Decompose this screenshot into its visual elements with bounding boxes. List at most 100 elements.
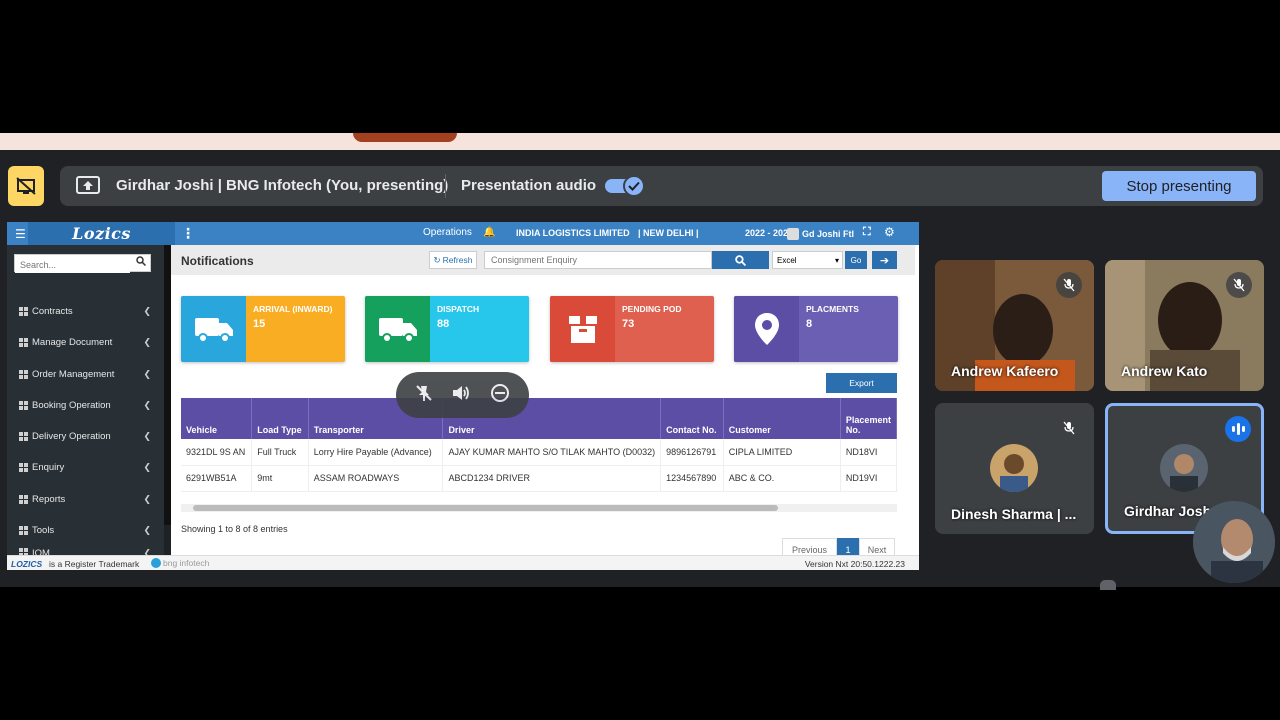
truck-icon: [181, 296, 246, 362]
company-name: INDIA LOGISTICS LIMITED: [516, 228, 630, 238]
column-header[interactable]: Customer: [723, 398, 841, 439]
grid-icon: [19, 431, 28, 441]
sidebar-item-manage-document[interactable]: Manage Document ❮: [19, 334, 151, 350]
app-header: ☰ Lozics ⋮ Operations 🔔 INDIA LOGISTICS …: [7, 222, 919, 245]
fullscreen-icon[interactable]: ⛶: [863, 226, 871, 239]
page-title: Notifications: [181, 254, 254, 268]
speaking-indicator-icon: [1225, 416, 1251, 442]
unpin-icon[interactable]: [415, 384, 433, 407]
presenting-bar: Girdhar Joshi | BNG Infotech (You, prese…: [60, 166, 1263, 206]
avatar: [990, 444, 1038, 492]
card-arrival[interactable]: ARRIVAL (INWARD) 15: [181, 296, 345, 362]
map-pin-icon: [734, 296, 799, 362]
sidebar-item-delivery-operation[interactable]: Delivery Operation ❮: [19, 428, 151, 444]
sidebar-item-contracts[interactable]: Contracts ❮: [19, 303, 151, 319]
table-row[interactable]: 9321DL 9S AN Full Truck Lorry Hire Payab…: [181, 439, 897, 466]
participant-name: Dinesh Sharma | ...: [951, 506, 1077, 522]
user-avatar-icon: [787, 228, 799, 240]
notifications-table: Vehicle Load Type Transporter Driver Con…: [181, 398, 897, 492]
chevron-left-icon: ❮: [143, 524, 151, 535]
bng-logo: bng infotech: [151, 558, 209, 568]
content-toolbar: Notifications ↻Refresh Excel▾ Go ➔: [171, 245, 915, 275]
self-view-video[interactable]: [1193, 501, 1275, 583]
table-scroll-thumb[interactable]: [193, 505, 778, 511]
user-menu[interactable]: Gd Joshi Ftl: [787, 228, 854, 240]
kebab-menu-icon[interactable]: ⋮: [181, 225, 195, 242]
chevron-left-icon: ❮: [143, 461, 151, 472]
sidebar-item-order-management[interactable]: Order Management ❮: [19, 366, 151, 382]
bng-logo-icon: [151, 558, 161, 568]
table-row[interactable]: 6291WB51A 9mt ASSAM ROADWAYS ABCD1234 DR…: [181, 465, 897, 492]
presentation-audio-toggle[interactable]: [605, 175, 645, 197]
volume-icon[interactable]: [451, 384, 471, 407]
version-text: Version Nxt 20:50.1222.23: [804, 559, 905, 569]
entries-info: Showing 1 to 8 of 8 entries: [181, 524, 288, 534]
search-icon: [735, 254, 746, 266]
card-pending-pod[interactable]: PENDING POD 73: [550, 296, 714, 362]
sidebar-scrollbar[interactable]: [164, 245, 171, 555]
column-header[interactable]: Placement No.: [840, 398, 897, 439]
consignment-enquiry-input[interactable]: [484, 251, 712, 269]
sidebar-search-input[interactable]: [15, 257, 130, 273]
export-format-select[interactable]: Excel ▾: [772, 251, 843, 269]
top-strip: [0, 133, 1280, 150]
sidebar-item-tools[interactable]: Tools ❮: [19, 522, 151, 538]
sidebar-scroll-thumb[interactable]: [164, 245, 171, 525]
bell-icon[interactable]: 🔔: [483, 227, 495, 238]
table-header-row: Vehicle Load Type Transporter Driver Con…: [181, 398, 897, 439]
card-placements[interactable]: PLACMENTS 8: [734, 296, 898, 362]
app-footer: LOZICS is a Register Trademark bng infot…: [7, 555, 919, 570]
table-horizontal-scrollbar[interactable]: [181, 504, 897, 512]
presenter-name: Girdhar Joshi | BNG Infotech (You, prese…: [116, 177, 449, 194]
logo: Lozics: [28, 222, 175, 245]
sidebar-search: [14, 254, 151, 273]
column-header[interactable]: Contact No.: [660, 398, 724, 439]
grid-icon: [19, 369, 28, 379]
export-button[interactable]: Export: [826, 373, 897, 393]
avatar: [1160, 444, 1208, 492]
chevron-left-icon: ❮: [143, 430, 151, 441]
grid-icon: [19, 494, 28, 504]
chevron-left-icon: ❮: [143, 336, 151, 347]
mic-off-icon: [1226, 272, 1252, 298]
floating-toolbar: [396, 372, 529, 418]
city-name: | NEW DELHI |: [638, 228, 699, 238]
screen-share-icon: [76, 176, 100, 201]
grid-icon: [19, 400, 28, 410]
module-label[interactable]: Operations: [423, 227, 472, 238]
column-header[interactable]: Load Type: [251, 398, 309, 439]
footer-brand: LOZICS: [11, 559, 43, 569]
financial-year: 2022 - 2023: [745, 228, 794, 238]
grid-icon: [19, 337, 28, 347]
hamburger-icon[interactable]: ☰: [15, 227, 26, 241]
box-icon: [550, 296, 615, 362]
trademark-text: is a Register Trademark: [49, 559, 140, 569]
check-icon: [623, 175, 645, 197]
search-icon[interactable]: [136, 256, 147, 269]
presentation-toggle-icon[interactable]: [8, 166, 44, 206]
main-content: Notifications ↻Refresh Excel▾ Go ➔ ARRIV…: [171, 245, 915, 562]
participant-tile[interactable]: Dinesh Sharma | ...: [935, 403, 1094, 534]
column-header[interactable]: Vehicle: [181, 398, 253, 439]
participant-name: Andrew Kato: [1121, 363, 1208, 379]
mic-off-icon: [1056, 415, 1082, 441]
sidebar-item-reports[interactable]: Reports ❮: [19, 491, 151, 507]
sidebar-item-enquiry[interactable]: Enquiry ❮: [19, 459, 151, 475]
participant-tile[interactable]: Andrew Kato: [1105, 260, 1264, 391]
refresh-icon: ↻: [433, 254, 441, 265]
refresh-button[interactable]: ↻ Refresh: [429, 251, 477, 269]
arrow-right-icon[interactable]: ➔: [872, 251, 897, 269]
chevron-left-icon: ❮: [143, 305, 151, 316]
card-dispatch[interactable]: DISPATCH 88: [365, 296, 529, 362]
sidebar: Contracts❮ Manage Document❮ Order Manage…: [7, 245, 171, 558]
more-indicator: [1100, 580, 1116, 590]
truck-icon: [365, 296, 430, 362]
consignment-search-button[interactable]: [712, 251, 769, 269]
gear-icon[interactable]: ⚙: [884, 225, 895, 239]
go-button[interactable]: Go: [845, 251, 867, 269]
remove-icon[interactable]: [490, 383, 510, 408]
participant-tile[interactable]: Andrew Kafeero: [935, 260, 1094, 391]
sidebar-item-booking-operation[interactable]: Booking Operation ❮: [19, 397, 151, 413]
stop-presenting-button[interactable]: Stop presenting: [1102, 171, 1256, 201]
chevron-left-icon: ❮: [143, 368, 151, 379]
